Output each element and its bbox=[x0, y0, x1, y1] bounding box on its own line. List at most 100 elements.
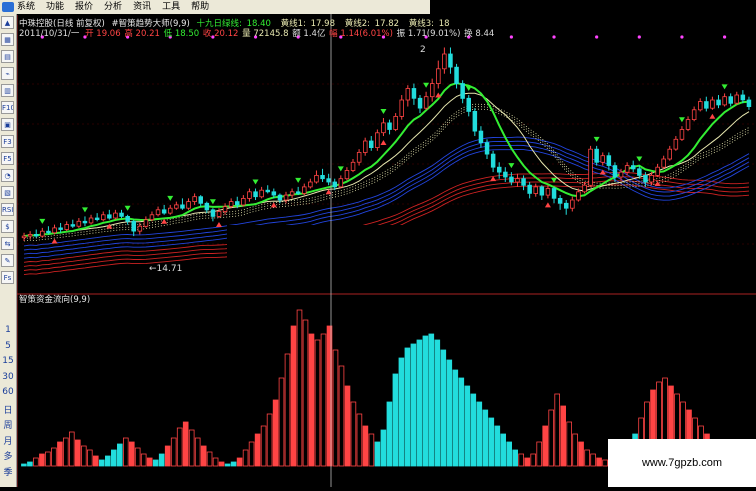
open-value: 19.06 bbox=[96, 29, 120, 39]
candle-body bbox=[649, 174, 654, 183]
candle-body bbox=[216, 211, 222, 217]
menu-item-function[interactable]: 功能 bbox=[46, 0, 64, 14]
period-button[interactable]: 周 bbox=[2, 418, 14, 431]
candle-body bbox=[94, 217, 100, 221]
flow-bar bbox=[374, 441, 381, 467]
period-button[interactable]: 月 bbox=[2, 434, 14, 447]
flow-bar bbox=[129, 441, 135, 467]
flow-bar bbox=[206, 451, 213, 467]
candle-body bbox=[155, 209, 161, 216]
high-value: 20.21 bbox=[136, 29, 160, 39]
flow-bar bbox=[428, 333, 435, 467]
period-button[interactable]: 5 bbox=[2, 341, 14, 351]
rsi-icon[interactable]: RSI bbox=[1, 203, 14, 216]
candle-body bbox=[283, 194, 289, 201]
pencil-icon[interactable]: ✎ bbox=[1, 254, 14, 267]
menu-item-help[interactable]: 帮助 bbox=[191, 0, 209, 14]
line-chart-icon[interactable]: ⌁ bbox=[1, 67, 14, 80]
candle-body bbox=[454, 66, 459, 85]
amplitude-value: 1.71(9.01%) bbox=[408, 29, 461, 39]
candle-body bbox=[253, 191, 258, 198]
candle-body bbox=[728, 96, 734, 104]
candle-body bbox=[204, 202, 210, 211]
flow-bar bbox=[542, 425, 548, 467]
candle-body bbox=[326, 178, 331, 183]
candle-body bbox=[265, 189, 270, 193]
list-icon[interactable]: ▤ bbox=[1, 50, 14, 63]
flow-bar bbox=[446, 359, 453, 467]
turnover-label: 换 bbox=[464, 28, 473, 39]
menu-item-news[interactable]: 资讯 bbox=[133, 0, 151, 14]
candle-body bbox=[564, 202, 569, 209]
fs-icon[interactable]: Fs bbox=[1, 271, 14, 284]
flow-bar bbox=[152, 459, 159, 467]
period-button[interactable]: 30 bbox=[2, 372, 14, 382]
f3-icon[interactable]: F3 bbox=[1, 135, 14, 148]
candle-body bbox=[618, 171, 624, 178]
flow-bar bbox=[117, 443, 123, 467]
flow-bar bbox=[494, 425, 501, 467]
money-icon[interactable]: $ bbox=[1, 220, 14, 233]
amplitude-label: 振 bbox=[397, 28, 406, 39]
period-button[interactable]: 季 bbox=[2, 465, 14, 478]
flow-bar bbox=[63, 437, 69, 467]
f5-icon[interactable]: F5 bbox=[1, 152, 14, 165]
candle-body bbox=[673, 138, 679, 150]
candle-body bbox=[149, 214, 155, 221]
candle-body bbox=[113, 212, 118, 219]
pie-icon[interactable]: ◔ bbox=[1, 169, 14, 182]
grid-icon[interactable]: ▦ bbox=[1, 33, 14, 46]
candle-body bbox=[429, 83, 435, 98]
candle-body bbox=[210, 209, 216, 217]
flow-bar bbox=[284, 353, 291, 467]
change-label: 幅 bbox=[329, 28, 338, 39]
candle-body bbox=[436, 68, 441, 84]
swap-icon[interactable]: ⇆ bbox=[1, 237, 14, 250]
f10-icon[interactable]: F10 bbox=[1, 101, 14, 114]
candle-body bbox=[393, 116, 398, 130]
svg-text:中珠控股(日线 前复权) #智策趋势大师(9,9: 中珠控股(日线 前复权) #智策趋势大师(9,9) 十九日绿线: 18.40 黄… bbox=[19, 18, 450, 29]
candle-body bbox=[88, 217, 94, 224]
bar-chart-icon[interactable]: ▥ bbox=[1, 84, 14, 97]
menu-item-tools[interactable]: 工具 bbox=[162, 0, 180, 14]
chart-icon[interactable]: ▧ bbox=[1, 186, 14, 199]
candle-body bbox=[381, 122, 386, 134]
candle-body bbox=[301, 186, 307, 194]
flow-bar bbox=[194, 437, 201, 467]
flow-bar bbox=[51, 447, 57, 467]
signal-dot bbox=[595, 35, 599, 39]
flow-bar bbox=[57, 441, 63, 467]
window-icon[interactable]: ▣ bbox=[1, 118, 14, 131]
candle-body bbox=[247, 191, 252, 199]
flow-bar bbox=[105, 455, 111, 467]
candle-body bbox=[442, 53, 447, 70]
period-button[interactable]: 日 bbox=[2, 403, 14, 416]
candle-body bbox=[533, 186, 539, 194]
flow-bar bbox=[99, 459, 105, 467]
period-button[interactable]: 60 bbox=[2, 387, 14, 397]
period-button[interactable]: 多 bbox=[2, 449, 14, 462]
candle-body bbox=[368, 140, 374, 148]
candle-body bbox=[70, 224, 76, 227]
flow-bar bbox=[81, 445, 87, 467]
menu-item-analysis[interactable]: 分析 bbox=[104, 0, 122, 14]
arrow-up-icon[interactable]: ▲ bbox=[1, 16, 14, 29]
flow-bar bbox=[200, 445, 207, 467]
candle-body bbox=[515, 178, 520, 183]
flow-bar bbox=[27, 461, 33, 467]
left-toolbar: ▲ ▦ ▤ ⌁ ▥ F10 ▣ F3 F5 ◔ ▧ RSI $ ⇆ ✎ Fs 1 5 15 30 60 日周月多季 bbox=[0, 14, 17, 487]
flow-bar bbox=[320, 333, 327, 467]
flow-bar bbox=[530, 453, 536, 467]
menu-item-quote[interactable]: 报价 bbox=[75, 0, 93, 14]
candle-body bbox=[143, 219, 149, 227]
low-label: 低 bbox=[164, 28, 173, 39]
flow-bar bbox=[476, 401, 483, 467]
open-label: 开 bbox=[85, 29, 94, 39]
period-button[interactable]: 15 bbox=[2, 356, 14, 366]
candle-body bbox=[478, 130, 484, 143]
menu-item-system[interactable]: 系统 bbox=[17, 0, 35, 14]
candle-body bbox=[277, 194, 283, 201]
candle-body bbox=[76, 220, 82, 227]
period-button[interactable]: 1 bbox=[2, 325, 14, 335]
flow-bar bbox=[140, 453, 147, 467]
